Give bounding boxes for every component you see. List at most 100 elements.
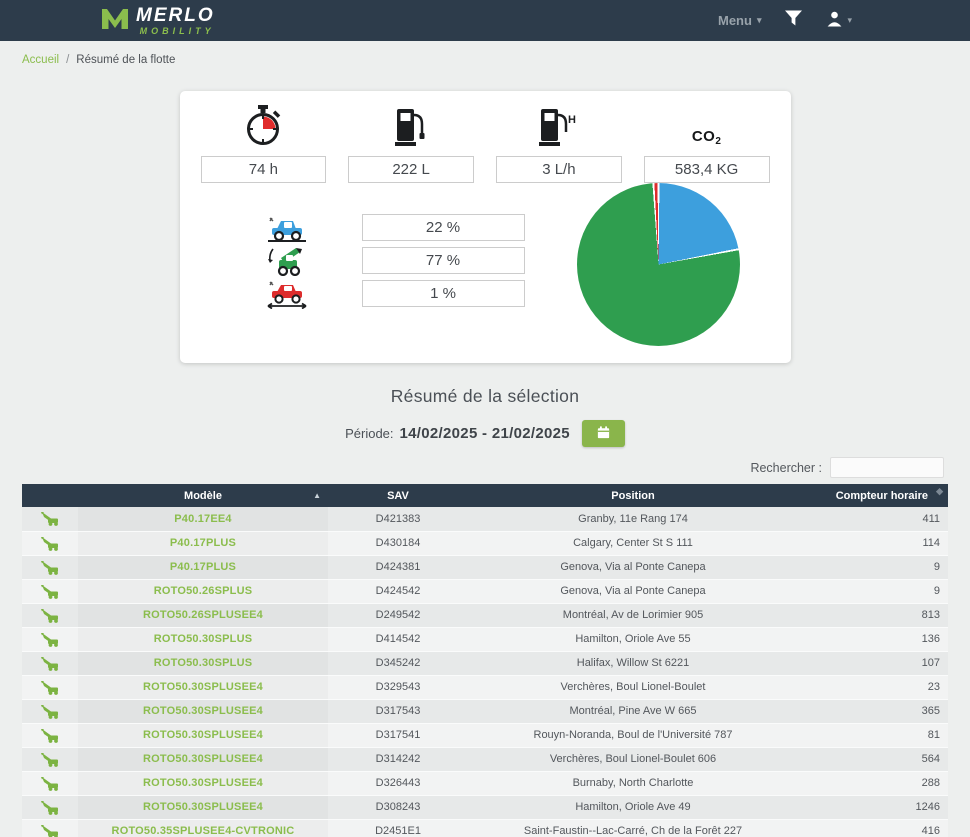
hours-cell: 813 <box>921 609 940 621</box>
telehandler-icon <box>22 675 78 699</box>
table-row[interactable]: P40.17PLUS D424381 Genova, Via al Ponte … <box>22 555 948 579</box>
search-input[interactable] <box>830 457 944 478</box>
table-row[interactable]: ROTO50.30SPLUSEE4 D329543 Verchères, Bou… <box>22 675 948 699</box>
sav-cell: D249542 <box>375 609 421 621</box>
model-link[interactable]: ROTO50.30SPLUSEE4 <box>78 771 328 795</box>
column-header-icon[interactable] <box>22 484 78 507</box>
table-body: P40.17EE4 D421383 Granby, 11e Rang 174 4… <box>22 507 948 837</box>
table-row[interactable]: P40.17EE4 D421383 Granby, 11e Rang 174 4… <box>22 507 948 531</box>
sav-cell: D329543 <box>375 681 421 693</box>
menu-dropdown[interactable]: Menu ▾ <box>718 13 761 28</box>
hours-cell: 1246 <box>915 801 940 813</box>
filter-button[interactable] <box>785 10 803 31</box>
hours-cell: 365 <box>921 705 940 717</box>
position-cell: Granby, 11e Rang 174 <box>578 512 688 525</box>
table-row[interactable]: ROTO50.30SPLUSEE4 D317541 Rouyn-Noranda,… <box>22 723 948 747</box>
mode-transfer-value: 22 % <box>361 214 525 241</box>
sav-cell: D421383 <box>375 512 421 525</box>
top-navbar: MERLO MOBILITY Menu ▾ ▾ <box>0 0 970 41</box>
position-cell: Montréal, Pine Ave W 665 <box>569 705 697 717</box>
table-row[interactable]: ROTO50.26SPLUSEE4 D249542 Montréal, Av d… <box>22 603 948 627</box>
model-link[interactable]: ROTO50.35SPLUSEE4-CVTRONIC <box>78 819 328 837</box>
model-link[interactable]: ROTO50.26SPLUSEE4 <box>78 603 328 627</box>
telehandler-icon <box>22 579 78 603</box>
user-menu-dropdown[interactable]: ▾ <box>826 10 852 32</box>
sav-cell: D424381 <box>375 561 421 573</box>
column-header-sav[interactable]: SAV <box>328 484 468 507</box>
hours-cell: 416 <box>921 825 940 837</box>
table-row[interactable]: ROTO50.30SPLUSEE4 D317543 Montréal, Pine… <box>22 699 948 723</box>
column-header-hours[interactable]: Compteur horaire ◆ <box>798 484 948 507</box>
hours-cell: 288 <box>921 777 940 789</box>
telehandler-icon <box>22 627 78 651</box>
model-link[interactable]: ROTO50.30SPLUSEE4 <box>78 723 328 747</box>
merlo-m-icon <box>100 6 130 35</box>
position-cell: Genova, Via al Ponte Canepa <box>560 585 706 597</box>
search-row: Rechercher : <box>0 457 970 478</box>
column-header-model[interactable]: Modèle ▲ <box>78 484 328 507</box>
brand-merlo-text: MERLO <box>136 4 215 26</box>
calendar-button[interactable] <box>581 420 625 447</box>
sav-cell: D430184 <box>375 537 421 549</box>
fuel-consumed-icon <box>337 107 485 151</box>
model-link[interactable]: ROTO50.30SPLUSEE4 <box>78 795 328 819</box>
model-link[interactable]: ROTO50.26SPLUS <box>78 579 328 603</box>
breadcrumb-home-link[interactable]: Accueil <box>22 54 59 66</box>
working-telehandler-icon <box>258 246 316 276</box>
stat-co2: CO2 583,4 KG <box>633 107 781 183</box>
table-row[interactable]: ROTO50.30SPLUS D345242 Halifax, Willow S… <box>22 651 948 675</box>
fleet-table: Modèle ▲ SAV Position Compteur horaire ◆ <box>22 484 948 837</box>
hours-cell: 136 <box>921 633 940 645</box>
table-row[interactable]: ROTO50.26SPLUS D424542 Genova, Via al Po… <box>22 579 948 603</box>
stat-fuel-total-value: 222 L <box>348 156 474 183</box>
table-row[interactable]: ROTO50.35SPLUSEE4-CVTRONIC D2451E1 Saint… <box>22 819 948 837</box>
brand-logo[interactable]: MERLO MOBILITY <box>100 6 215 36</box>
model-link[interactable]: ROTO50.30SPLUSEE4 <box>78 675 328 699</box>
position-cell: Saint-Faustin--Lac-Carré, Ch de la Forêt… <box>523 825 743 837</box>
position-cell: Verchères, Boul Lionel-Boulet <box>560 681 706 693</box>
position-cell: Calgary, Center St S 111 <box>573 537 693 549</box>
period-row: Période: 14/02/2025 - 21/02/2025 <box>0 420 970 447</box>
hours-cell: 411 <box>922 512 940 525</box>
stat-hours: 74 h <box>190 105 338 183</box>
usage-pie-chart <box>576 183 740 346</box>
telehandler-icon <box>22 723 78 747</box>
hours-cell: 107 <box>921 657 940 669</box>
telehandler-icon <box>22 507 78 531</box>
mode-idle-row: 1 % <box>258 277 525 310</box>
sav-cell: D314242 <box>375 753 421 765</box>
column-label: SAV <box>387 489 409 502</box>
transfer-truck-icon <box>258 214 316 242</box>
user-icon <box>826 10 843 32</box>
sav-cell: D326443 <box>375 777 421 789</box>
table-row[interactable]: ROTO50.30SPLUSEE4 D326443 Burnaby, North… <box>22 771 948 795</box>
model-link[interactable]: P40.17PLUS <box>78 555 328 579</box>
model-link[interactable]: ROTO50.30SPLUS <box>78 627 328 651</box>
column-label: Compteur horaire <box>835 489 928 502</box>
table-row[interactable]: ROTO50.30SPLUS D414542 Hamilton, Oriole … <box>22 627 948 651</box>
stat-hours-value: 74 h <box>200 156 327 183</box>
column-header-position[interactable]: Position <box>468 484 798 507</box>
telehandler-icon <box>22 699 78 723</box>
table-row[interactable]: ROTO50.30SPLUSEE4 D308243 Hamilton, Orio… <box>22 795 948 819</box>
telehandler-icon <box>22 819 78 837</box>
breadcrumb-current: Résumé de la flotte <box>76 54 176 66</box>
column-label: Position <box>611 489 655 502</box>
table-header-row: Modèle ▲ SAV Position Compteur horaire ◆ <box>22 484 948 507</box>
hours-cell: 9 <box>933 561 940 573</box>
table-row[interactable]: ROTO50.30SPLUSEE4 D314242 Verchères, Bou… <box>22 747 948 771</box>
mode-transfer-row: 22 % <box>258 211 525 244</box>
hour-meter-icon <box>190 105 338 151</box>
filter-icon <box>785 10 803 31</box>
model-link[interactable]: P40.17EE4 <box>78 507 328 531</box>
model-link[interactable]: ROTO50.30SPLUSEE4 <box>78 747 328 771</box>
table-row[interactable]: P40.17PLUS D430184 Calgary, Center St S … <box>22 531 948 555</box>
model-link[interactable]: P40.17PLUS <box>78 531 328 555</box>
telehandler-icon <box>22 795 78 819</box>
model-link[interactable]: ROTO50.30SPLUS <box>78 651 328 675</box>
period-label: Période: <box>345 426 394 441</box>
model-link[interactable]: ROTO50.30SPLUSEE4 <box>78 699 328 723</box>
mode-working-row: 77 % <box>258 244 525 277</box>
mode-working-value: 77 % <box>361 247 525 274</box>
sav-cell: D345242 <box>375 657 421 669</box>
